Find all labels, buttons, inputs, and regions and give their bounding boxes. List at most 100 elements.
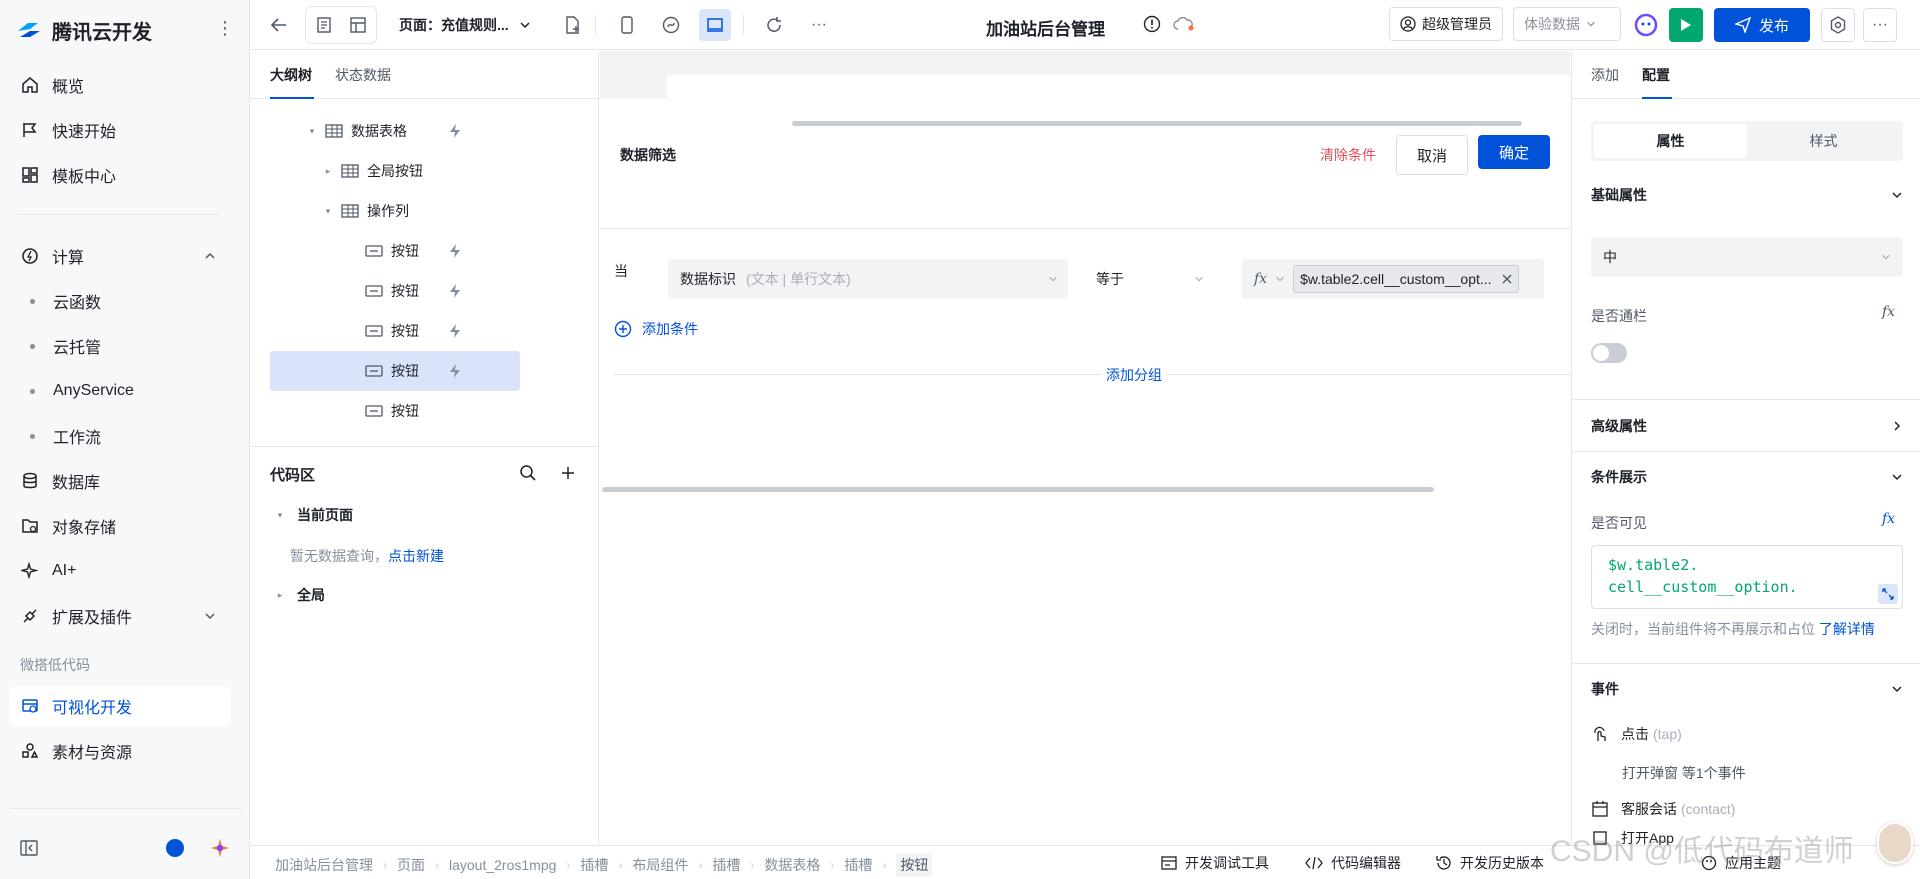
advanced-props-header[interactable]: 高级属性 xyxy=(1591,416,1903,436)
field-select[interactable]: 数据标识 (文本 | 单行文本) xyxy=(668,259,1068,299)
cloud-sync-icon[interactable] xyxy=(1173,16,1195,32)
tab-add[interactable]: 添加 xyxy=(1591,65,1619,85)
nav-item-visual-dev[interactable]: 可视化开发 xyxy=(10,686,230,726)
tree-node[interactable]: 按钮 xyxy=(270,391,520,431)
tab-config[interactable]: 配置 xyxy=(1642,65,1670,85)
refresh-icon[interactable] xyxy=(758,9,790,41)
nav-item-ai[interactable]: AI+ xyxy=(10,551,230,591)
caret-down-icon[interactable]: ▾ xyxy=(307,126,317,137)
role-selector[interactable]: 超级管理员 xyxy=(1389,7,1503,41)
events-header[interactable]: 事件 xyxy=(1591,679,1903,699)
event-bolt-icon[interactable] xyxy=(448,363,462,379)
event-tap[interactable]: 点击 (tap) xyxy=(1591,724,1682,744)
nav-item-cloud-function[interactable]: 云函数 xyxy=(10,281,230,321)
nav-item-extensions[interactable]: 扩展及插件 xyxy=(10,596,230,636)
event-bolt-icon[interactable] xyxy=(448,283,462,299)
breadcrumb-item[interactable]: 页面 xyxy=(397,855,425,875)
caret-right-icon[interactable]: ▸ xyxy=(323,166,333,177)
mobile-icon[interactable] xyxy=(611,9,643,41)
tree-node[interactable]: ▾ 操作列 xyxy=(270,191,520,231)
nav-item-overview[interactable]: 概览 xyxy=(10,65,230,105)
event-summary[interactable]: 打开弹窗 等1个事件 xyxy=(1622,763,1746,783)
event-bolt-icon[interactable] xyxy=(448,323,462,339)
breadcrumb-item[interactable]: 插槽 xyxy=(712,855,740,875)
publish-button[interactable]: 发布 xyxy=(1714,8,1810,42)
banner-toggle[interactable] xyxy=(1591,343,1627,363)
expand-icon[interactable] xyxy=(1878,584,1898,604)
nav-item-cloud-hosting[interactable]: 云托管 xyxy=(10,326,230,366)
settings-gear-icon[interactable] xyxy=(1821,8,1855,42)
conditional-display-header[interactable]: 条件展示 xyxy=(1591,467,1903,487)
app-logo-icon[interactable] xyxy=(210,838,230,858)
nav-item-anyservice[interactable]: AnyService xyxy=(10,371,230,411)
create-query-link[interactable]: 点击新建 xyxy=(388,548,444,564)
add-condition-button[interactable]: 添加条件 xyxy=(614,319,698,339)
ai-assistant-icon[interactable] xyxy=(1630,9,1662,41)
size-select[interactable]: 中 xyxy=(1591,237,1903,277)
confirm-button[interactable]: 确定 xyxy=(1478,135,1550,169)
code-editor-button[interactable]: 代码编辑器 xyxy=(1305,853,1401,873)
tree-node[interactable]: ▾ 数据表格 xyxy=(270,111,520,151)
fx-icon[interactable]: fx xyxy=(1882,511,1895,527)
back-arrow-icon[interactable] xyxy=(263,9,295,41)
nav-item-quickstart[interactable]: 快速开始 xyxy=(10,110,230,150)
value-expression-input[interactable]: fx $w.table2.cell__custom__opt... xyxy=(1242,259,1544,299)
canvas-horizontal-scrollbar[interactable] xyxy=(792,121,1522,126)
tree-node[interactable]: 按钮 xyxy=(270,231,520,271)
tab-state-data[interactable]: 状态数据 xyxy=(335,65,391,85)
nav-item-compute[interactable]: 计算 xyxy=(10,236,230,276)
learn-more-link[interactable]: 了解详情 xyxy=(1819,621,1875,637)
nav-item-database[interactable]: 数据库 xyxy=(10,461,230,501)
info-icon[interactable] xyxy=(1143,15,1161,33)
add-icon[interactable] xyxy=(560,465,576,481)
event-bolt-icon[interactable] xyxy=(448,123,462,139)
clear-conditions-link[interactable]: 清除条件 xyxy=(1320,145,1376,165)
fx-icon[interactable]: fx xyxy=(1882,304,1895,320)
data-mode-select[interactable]: 体验数据 xyxy=(1513,7,1621,41)
event-bolt-icon[interactable] xyxy=(448,243,462,259)
expression-chip[interactable]: $w.table2.cell__custom__opt... xyxy=(1293,265,1519,293)
page-icon[interactable] xyxy=(308,9,340,41)
user-avatar-icon[interactable] xyxy=(166,839,184,857)
code-current-page[interactable]: ▾ 当前页面 xyxy=(275,505,353,525)
segment-style[interactable]: 样式 xyxy=(1747,124,1900,158)
desktop-icon[interactable] xyxy=(699,9,731,41)
layout-icon[interactable] xyxy=(342,9,374,41)
nav-item-workflow[interactable]: 工作流 xyxy=(10,416,230,456)
more-horizontal-icon[interactable]: ··· xyxy=(1863,8,1897,42)
cancel-button[interactable]: 取消 xyxy=(1396,135,1468,175)
brand[interactable]: 腾讯云开发 xyxy=(16,14,152,46)
filter-horizontal-scrollbar[interactable] xyxy=(602,487,1434,492)
tree-node[interactable]: ▸ 全局按钮 xyxy=(270,151,520,191)
breadcrumb-item[interactable]: 布局组件 xyxy=(632,855,688,875)
page-selector[interactable]: 页面：充值规则... xyxy=(399,15,531,35)
fx-icon[interactable]: fx xyxy=(1254,271,1267,287)
close-icon[interactable] xyxy=(1502,274,1512,284)
breadcrumb-item[interactable]: 插槽 xyxy=(580,855,608,875)
segment-properties[interactable]: 属性 xyxy=(1594,124,1747,158)
new-page-icon[interactable] xyxy=(557,9,589,41)
breadcrumb-item[interactable]: 按钮 xyxy=(896,853,933,877)
more-vertical-icon[interactable]: ⋮ xyxy=(216,18,234,38)
breadcrumb-item[interactable]: 插槽 xyxy=(844,855,872,875)
basic-props-header[interactable]: 基础属性 xyxy=(1591,185,1903,205)
collapse-sidebar-icon[interactable] xyxy=(20,840,38,856)
tree-node[interactable]: 按钮 xyxy=(270,311,520,351)
visible-expression-editor[interactable]: $w.table2. cell__custom__option. xyxy=(1591,545,1903,609)
run-preview-button[interactable] xyxy=(1669,8,1703,42)
breadcrumb-item[interactable]: 数据表格 xyxy=(764,855,820,875)
nav-item-assets[interactable]: 素材与资源 xyxy=(10,731,230,771)
tab-outline-tree[interactable]: 大纲树 xyxy=(270,65,312,85)
dev-debug-tools-button[interactable]: 开发调试工具 xyxy=(1161,853,1269,873)
search-icon[interactable] xyxy=(519,464,537,482)
nav-item-templates[interactable]: 模板中心 xyxy=(10,155,230,195)
tree-node[interactable]: 按钮 xyxy=(270,271,520,311)
more-horizontal-icon[interactable]: ··· xyxy=(803,9,835,41)
breadcrumb-item[interactable]: 加油站后台管理 xyxy=(275,855,373,875)
code-global[interactable]: ▸ 全局 xyxy=(275,585,325,605)
nav-item-object-storage[interactable]: 对象存储 xyxy=(10,506,230,546)
tree-node[interactable]: 按钮 xyxy=(270,351,520,391)
miniprogram-icon[interactable] xyxy=(655,9,687,41)
caret-down-icon[interactable]: ▾ xyxy=(323,206,333,217)
add-group-button[interactable]: 添加分组 xyxy=(1102,365,1166,385)
